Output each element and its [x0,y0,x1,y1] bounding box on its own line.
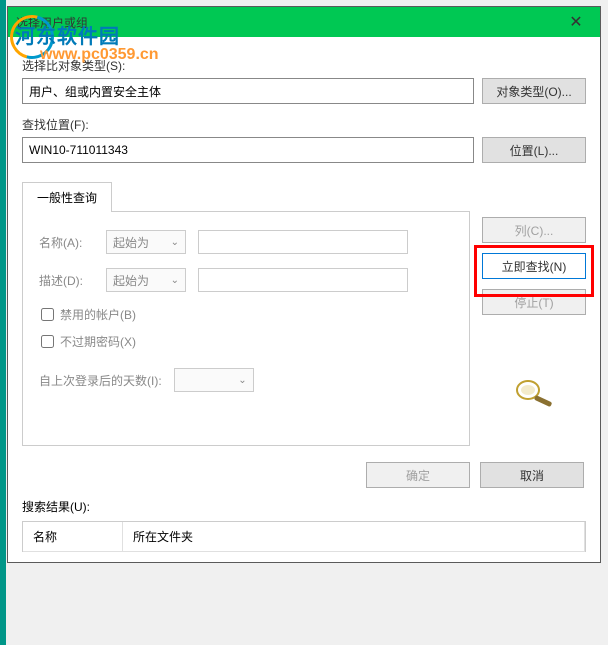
disabled-accounts-label: 禁用的帐户(B) [60,306,136,323]
chevron-down-icon: ⌄ [171,275,179,286]
column-folder[interactable]: 所在文件夹 [123,522,585,552]
columns-button: 列(C)... [482,217,586,243]
chevron-down-icon: ⌄ [238,375,246,386]
location-label: 查找位置(F): [22,116,586,133]
non-expiring-checkbox[interactable] [41,335,54,348]
query-tabs: 一般性查询 名称(A): 起始为 ⌄ [22,181,586,446]
close-button[interactable]: ✕ [556,10,596,34]
object-types-button[interactable]: 对象类型(O)... [482,78,586,104]
name-input[interactable] [198,230,408,254]
ok-button: 确定 [366,462,470,488]
select-users-dialog: 选择用户或组 ✕ 选择比对象类型(S): 用户、组或内置安全主体 对象类型(O)… [7,6,601,563]
locations-button[interactable]: 位置(L)... [482,137,586,163]
chevron-down-icon: ⌄ [171,237,179,248]
search-icon [482,375,586,410]
find-now-button[interactable]: 立即查找(N) [482,253,586,279]
watermark-site: 河东软件园 [15,20,120,49]
days-since-login-combo[interactable]: ⌄ [174,368,254,392]
location-field[interactable]: WIN10-711011343 [22,137,474,163]
results-table: 名称 所在文件夹 [22,521,586,552]
dialog-actions: 确定 取消 [22,462,586,488]
description-input[interactable] [198,268,408,292]
stop-button: 停止(T) [482,289,586,315]
close-icon: ✕ [569,12,582,32]
object-type-field[interactable]: 用户、组或内置安全主体 [22,78,474,104]
search-results-label: 搜索结果(U): [22,498,586,515]
tab-general-query[interactable]: 一般性查询 [22,182,112,212]
description-mode-combo[interactable]: 起始为 ⌄ [106,268,186,292]
dialog-content: 选择比对象类型(S): 用户、组或内置安全主体 对象类型(O)... 查找位置(… [8,37,600,562]
watermark-url: www.pc0359.cn [40,46,159,64]
general-query-panel: 名称(A): 起始为 ⌄ 描述(D): 起始为 ⌄ [22,211,470,446]
non-expiring-label: 不过期密码(X) [60,333,136,350]
window-edge [0,0,6,645]
name-label: 名称(A): [39,234,94,251]
name-mode-combo[interactable]: 起始为 ⌄ [106,230,186,254]
results-header: 名称 所在文件夹 [23,522,585,552]
cancel-button[interactable]: 取消 [480,462,584,488]
disabled-accounts-checkbox[interactable] [41,308,54,321]
description-label: 描述(D): [39,272,94,289]
days-since-login-label: 自上次登录后的天数(I): [39,372,162,389]
column-name[interactable]: 名称 [23,522,123,552]
side-buttons: 列(C)... 立即查找(N) 停止(T) [470,211,586,446]
